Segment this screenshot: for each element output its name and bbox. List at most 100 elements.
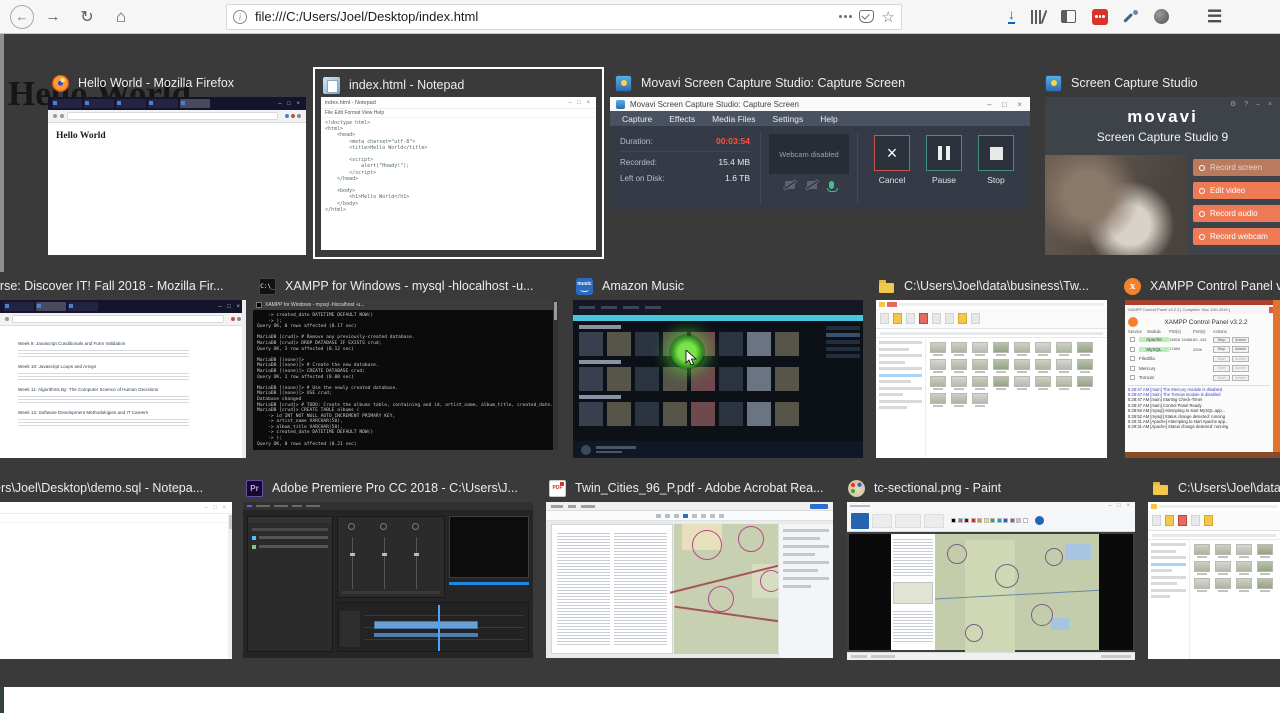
address-bar[interactable]: i file:///C:/Users/Joel/Desktop/index.ht… [226,3,902,30]
background-page-bottom [0,687,1280,720]
scrollbar [553,300,558,450]
tile [1194,544,1210,558]
amazon-music-icon: music [576,277,593,295]
list-item: Week 11: Algorithms By: The Computer Sci… [18,387,232,405]
tile [930,359,946,373]
folder-icon [878,278,895,295]
task-card-notepad-selected[interactable]: index.html - Notepad index.html - Notepa… [313,67,604,259]
tile [635,332,659,356]
task-card-explorer-business[interactable]: C:\Users\Joel\data\business\Tw... [876,273,1107,458]
card-title: C:\Users\Joel\data\b [1178,481,1280,495]
sectional-chart [669,524,797,654]
window-controls: – □ × [278,100,302,107]
paint-ribbon [847,510,1135,532]
tile [1194,561,1210,575]
program-monitor [449,516,529,578]
mini-window-title: index.html - Notepad [325,99,376,106]
extension-globe-icon[interactable] [1154,9,1169,24]
xampp-mini-icon [1128,317,1138,327]
acrobat-tabs [546,502,833,511]
album-row [573,332,863,356]
reload-button[interactable]: ↻ [74,4,100,30]
nav-strip [48,110,306,123]
background-window-edge [0,34,4,272]
address-strip [876,329,1107,338]
task-card-firefox[interactable]: Hello World - Mozilla Firefox – □ × Hell… [44,70,306,255]
color-picker-icon[interactable] [1124,9,1138,24]
pdf-icon: PDF [549,479,566,497]
module-row-mysql: MySQL 17884 3306 Stop Admin [1128,345,1270,355]
page-actions-icon[interactable] [838,15,852,18]
list-item: Week 9: Javascript Conditionals and Form… [18,341,232,359]
extension-red-icon[interactable] [1092,8,1108,25]
context-menu [826,326,860,361]
library-icon[interactable] [1031,9,1048,24]
airspace-circle [692,530,722,560]
panel-header: XAMPP Control Panel v3.2.2 [1164,318,1248,326]
capture-studio-thumbnail: ⚙ ? – × movavi Screen Capture Studio 9 R… [1045,97,1280,255]
movavi-menubar: Capture Effects Media Files Settings Hel… [610,111,1030,126]
task-card-premiere[interactable]: Pr Adobe Premiere Pro CC 2018 - C:\Users… [243,475,533,658]
tile [747,332,771,356]
background-window-strip [1125,452,1280,458]
forward-button[interactable]: → [40,4,66,30]
tile [635,367,659,391]
tile [993,342,1009,356]
tile [1035,342,1051,356]
premiere-thumbnail [243,502,533,658]
tile [972,359,988,373]
sidebars-icon[interactable] [1061,10,1076,23]
task-card-amazon-music[interactable]: music Amazon Music [573,273,863,458]
downloads-icon[interactable]: ↓ [1008,7,1015,24]
tile [972,393,988,407]
tools-sidebar [778,524,833,658]
monitor-scrubber [449,582,529,585]
site-info-icon[interactable]: i [233,9,247,24]
task-card-explorer-data[interactable]: C:\Users\Joel\data\b [1148,475,1280,659]
recorded-value: 15.4 MB [718,157,750,167]
airspace-circle [995,564,1019,588]
menu-capture: Capture [622,113,653,124]
airspace-circle [947,544,967,564]
task-card-acrobat[interactable]: PDF Twin_Cities_96_P.pdf - Adobe Acrobat… [546,475,833,658]
project-panel [247,516,333,652]
tile [1035,376,1051,390]
tile [972,376,988,390]
tab-strip: – □ × [0,300,246,313]
bookmark-star-icon[interactable]: ☆ [882,8,895,26]
explorer-thumbnail [1148,502,1280,659]
menu-icon[interactable]: ☰ [1207,7,1222,27]
task-card-movavi-capture[interactable]: Movavi Screen Capture Studio: Capture Sc… [610,70,1030,210]
airspace-circle [965,624,983,642]
movavi-thumbnail: Movavi Screen Capture Studio: Capture Sc… [610,97,1030,210]
tile [1236,544,1252,558]
task-card-demo-sql[interactable]: ers\Joel\Desktop\demo.sql - Notepa... – … [0,475,232,659]
capture-stats: Duration: 00:03:54 Recorded: 15.4 MB Left … [610,126,760,210]
console-output: -> created_date DATETIME DEFAULT NOW() -… [253,310,558,450]
task-card-capture-studio[interactable]: Screen Capture Studio ⚙ ? – × movavi Scr… [1043,70,1280,255]
movavi-logo: movavi [1127,107,1198,126]
home-button[interactable]: ⌂ [108,4,134,30]
task-card-paint[interactable]: tc-sectional.png - Paint – □ × [845,475,1135,660]
tile [719,402,743,426]
pocket-icon[interactable] [858,10,874,23]
url-text[interactable]: file:///C:/Users/Joel/Desktop/index.html [255,9,832,24]
explorer-titlebar [1148,502,1280,511]
timeline-clip [374,621,478,629]
window-controls: ⚙ ? – × [1230,101,1275,108]
file-grid [926,338,1107,458]
tile [951,393,967,407]
tile [635,402,659,426]
pause-button [926,135,962,171]
task-card-xampp-control-panel[interactable]: x XAMPP Control Panel v3.2.2 XAMPP Contr… [1122,273,1280,458]
tile [1257,578,1273,592]
back-button[interactable]: ← [10,4,34,29]
list-item: </html> [325,206,347,213]
task-card-course-firefox[interactable]: ourse: Discover IT! Fall 2018 - Mozilla … [0,273,246,458]
webcam-disabled-box: Webcam disabled [769,134,849,174]
toolbar-extensions: ↓ ☰ [1008,7,1222,27]
pdf-page-strip [891,534,935,650]
firefox-icon [52,74,69,92]
tile [1056,376,1072,390]
task-card-mysql-console[interactable]: C:\_ XAMPP for Windows - mysql -hlocalho… [253,273,558,450]
